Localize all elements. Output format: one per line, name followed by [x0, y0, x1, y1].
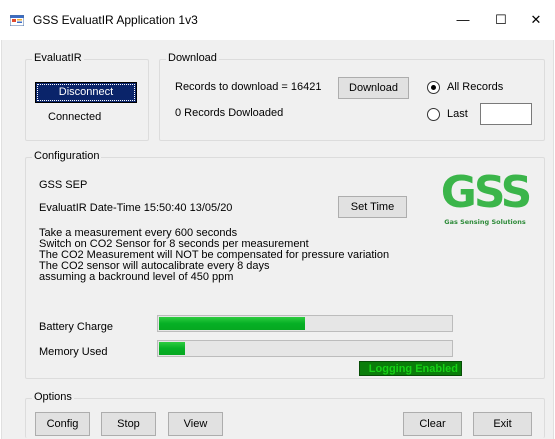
device-name: GSS SEP — [39, 179, 88, 191]
maximize-button[interactable]: ☐ — [478, 6, 524, 34]
records-downloaded: 0 Records Dowloaded — [175, 107, 284, 119]
view-button[interactable]: View — [168, 412, 223, 436]
all-records-radio[interactable] — [427, 81, 440, 94]
download-legend: Download — [166, 52, 219, 64]
close-button[interactable]: ✕ — [520, 6, 552, 34]
gss-logo-text: GSS — [440, 167, 533, 218]
clear-button[interactable]: Clear — [403, 412, 462, 436]
config-button[interactable]: Config — [35, 412, 90, 436]
battery-progress-bar — [157, 315, 453, 332]
battery-progress-fill — [159, 317, 305, 330]
device-datetime: EvaluatIR Date-Time 15:50:40 13/05/20 — [39, 202, 233, 214]
last-count-input[interactable] — [480, 103, 532, 125]
memory-progress-bar — [157, 340, 453, 357]
download-group: Download Records to download = 16421 Dow… — [159, 52, 545, 141]
window-title: GSS EvaluatIR Application 1v3 — [33, 13, 198, 27]
exit-button[interactable]: Exit — [473, 412, 532, 436]
options-group: Options Config Stop View Clear Exit — [25, 391, 545, 438]
connection-status: Connected — [48, 111, 102, 123]
memory-progress-fill — [159, 342, 185, 355]
title-bar: GSS EvaluatIR Application 1v3 — ☐ ✕ — [0, 0, 555, 40]
gss-logo-subtitle: Gas Sensing Solutions — [444, 218, 526, 226]
records-to-download: Records to download = 16421 — [175, 81, 322, 93]
last-radio[interactable] — [427, 108, 440, 121]
all-records-label[interactable]: All Records — [447, 81, 503, 93]
configuration-legend: Configuration — [32, 150, 102, 162]
gss-logo: GSS Gas Sensing Solutions — [431, 167, 541, 232]
config-line: assuming a backround level of 450 ppm — [39, 271, 234, 283]
disconnect-button[interactable]: Disconnect — [35, 82, 137, 103]
stop-button[interactable]: Stop — [101, 412, 156, 436]
last-label[interactable]: Last — [447, 108, 468, 120]
memory-label: Memory Used — [39, 346, 108, 358]
options-legend: Options — [32, 391, 74, 403]
configuration-group: Configuration GSS SEP EvaluatIR Date-Tim… — [25, 150, 545, 379]
evaluatir-group: EvaluatIR Disconnect Connected — [25, 52, 149, 141]
evaluatir-legend: EvaluatIR — [32, 52, 84, 64]
battery-label: Battery Charge — [39, 321, 113, 333]
logging-status: Logging Enabled — [359, 361, 462, 376]
config-description: Take a measurement every 600 seconds Swi… — [39, 228, 389, 283]
download-button[interactable]: Download — [338, 77, 409, 99]
set-time-button[interactable]: Set Time — [338, 196, 407, 218]
client-area: EvaluatIR Disconnect Connected Download … — [1, 40, 554, 439]
app-icon — [10, 15, 24, 26]
